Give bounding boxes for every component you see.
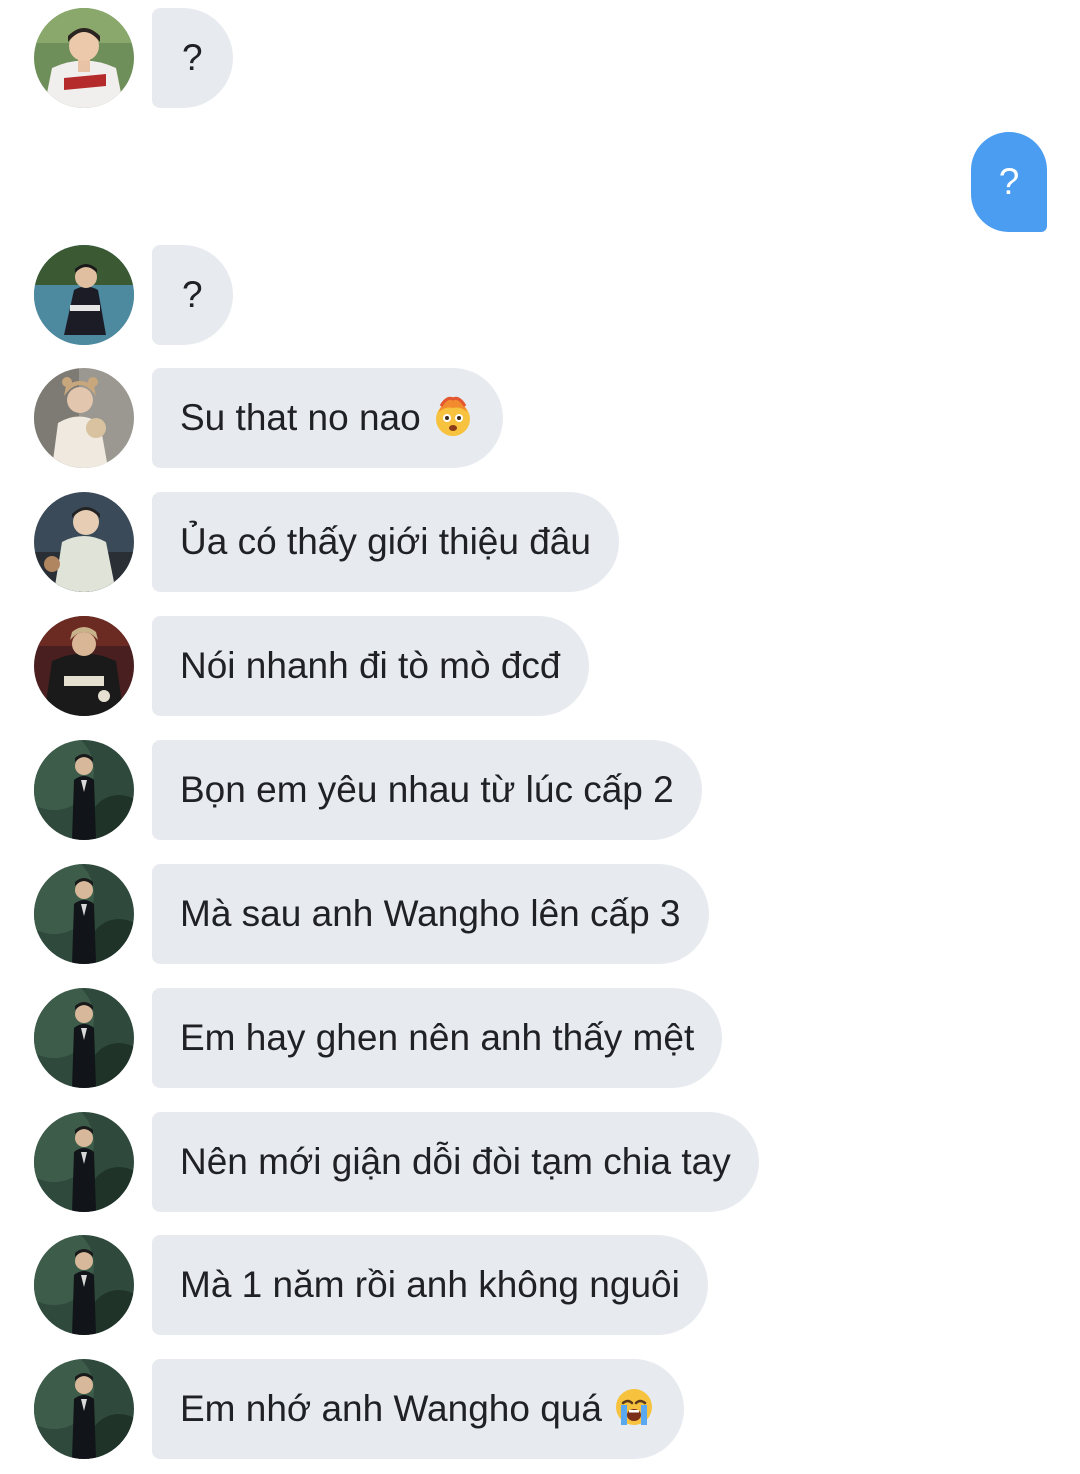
message-bubble[interactable]: ? <box>152 8 233 108</box>
message-bubble[interactable]: Mà 1 năm rồi anh không nguôi <box>152 1235 708 1335</box>
avatar[interactable] <box>34 864 134 964</box>
avatar[interactable] <box>34 616 134 716</box>
message-text: Bọn em yêu nhau từ lúc cấp 2 <box>180 769 674 810</box>
avatar[interactable] <box>34 8 134 108</box>
message-bubble[interactable]: Nên mới giận dỗi đòi tạm chia tay <box>152 1112 759 1212</box>
message-row: Su that no nao <box>0 368 1080 468</box>
message-text: Mà 1 năm rồi anh không nguôi <box>180 1264 680 1305</box>
message-bubble[interactable]: Em hay ghen nên anh thấy mệt <box>152 988 723 1088</box>
sent-message-bubble[interactable]: ? <box>971 132 1047 232</box>
message-bubble[interactable]: Bọn em yêu nhau từ lúc cấp 2 <box>152 740 702 840</box>
message-row: Bọn em yêu nhau từ lúc cấp 2 <box>0 740 1080 840</box>
message-bubble[interactable]: Nói nhanh đi tò mò đcđ <box>152 616 589 716</box>
message-text: Su that no nao <box>180 397 421 438</box>
message-row: Nói nhanh đi tò mò đcđ <box>0 616 1080 716</box>
message-text: Mà sau anh Wangho lên cấp 3 <box>180 893 681 934</box>
message-row: Em nhớ anh Wangho quá <box>0 1359 1080 1459</box>
message-row: ? <box>0 245 1080 345</box>
avatar[interactable] <box>34 740 134 840</box>
message-text: ? <box>182 37 203 78</box>
message-text: Ủa có thấy giới thiệu đâu <box>180 521 591 562</box>
loudly-crying-emoji <box>612 1385 656 1429</box>
avatar[interactable] <box>34 245 134 345</box>
message-text: Em nhớ anh Wangho quá <box>180 1388 602 1429</box>
avatar[interactable] <box>34 1112 134 1212</box>
message-text: Em hay ghen nên anh thấy mệt <box>180 1017 695 1058</box>
message-row: Mà sau anh Wangho lên cấp 3 <box>0 864 1080 964</box>
message-bubble[interactable]: Ủa có thấy giới thiệu đâu <box>152 492 619 592</box>
message-bubble[interactable]: Su that no nao <box>152 368 503 468</box>
message-bubble[interactable]: ? <box>152 245 233 345</box>
avatar[interactable] <box>34 1359 134 1459</box>
message-bubble[interactable]: Mà sau anh Wangho lên cấp 3 <box>152 864 709 964</box>
avatar[interactable] <box>34 492 134 592</box>
message-row: Nên mới giận dỗi đòi tạm chia tay <box>0 1112 1080 1212</box>
message-bubble[interactable]: Em nhớ anh Wangho quá <box>152 1359 684 1459</box>
avatar[interactable] <box>34 988 134 1088</box>
message-text: Nên mới giận dỗi đòi tạm chia tay <box>180 1141 731 1182</box>
message-row: Mà 1 năm rồi anh không nguôi <box>0 1235 1080 1335</box>
avatar[interactable] <box>34 368 134 468</box>
exploding-head-emoji <box>431 394 475 438</box>
message-row: Em hay ghen nên anh thấy mệt <box>0 988 1080 1088</box>
message-row: Ủa có thấy giới thiệu đâu <box>0 492 1080 592</box>
avatar[interactable] <box>34 1235 134 1335</box>
message-text: ? <box>998 161 1020 202</box>
message-text: Nói nhanh đi tò mò đcđ <box>180 645 561 686</box>
message-row: ? <box>0 8 1080 108</box>
message-text: ? <box>182 274 203 315</box>
